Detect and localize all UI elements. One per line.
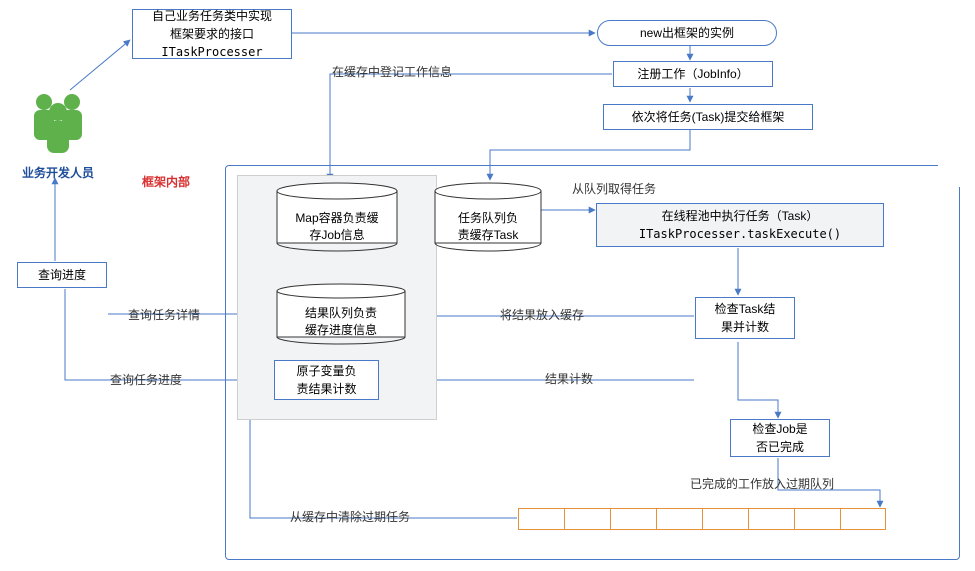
checkj-l2: 否已完成 (756, 438, 804, 456)
register-job-label: 注册工作（JobInfo） (637, 65, 748, 83)
actor-label: 业务开发人员 (22, 164, 94, 181)
node-submit-task: 依次将任务(Task)提交给框架 (603, 104, 813, 130)
impl-line3: ITaskProcesser (161, 43, 262, 61)
resq-l1: 结果队列负责 (305, 305, 377, 322)
taskq-l1: 任务队列负 (458, 210, 518, 227)
node-map-job: Map容器负责缓 存Job信息 (276, 198, 398, 250)
impl-line2: 框架要求的接口 (170, 25, 254, 43)
expiry-cell (610, 508, 656, 530)
node-result-queue: 结果队列负责 缓存进度信息 (276, 296, 406, 342)
exec-l2: ITaskProcesser.taskExecute() (639, 225, 841, 243)
label-get-from-queue: 从队列取得任务 (572, 180, 656, 197)
users-icon (22, 88, 94, 160)
expiry-cell (748, 508, 794, 530)
label-count-result: 结果计数 (545, 370, 593, 387)
node-task-queue: 任务队列负 责缓存Task (434, 198, 542, 250)
label-register-cache: 在缓存中登记工作信息 (332, 63, 452, 80)
node-register-job: 注册工作（JobInfo） (613, 61, 773, 87)
atomic-l2: 责结果计数 (296, 380, 356, 398)
label-query-detail: 查询任务详情 (128, 306, 200, 323)
mapjob-l1: Map容器负责缓 (295, 210, 378, 227)
atomic-l1: 原子变量负 (296, 362, 356, 380)
node-impl-interface: 自己业务任务类中实现 框架要求的接口 ITaskProcesser (132, 9, 292, 59)
expiry-cell (564, 508, 610, 530)
node-exec-task: 在线程池中执行任务（Task） ITaskProcesser.taskExecu… (596, 203, 884, 247)
expiry-queue (518, 508, 886, 530)
submit-task-label: 依次将任务(Task)提交给框架 (632, 108, 785, 126)
framework-label: 框架内部 (142, 173, 190, 190)
expiry-cell (794, 508, 840, 530)
checkt-l1: 检查Task结 (715, 300, 776, 318)
label-clear-expired: 从缓存中清除过期任务 (290, 508, 410, 525)
node-check-task: 检查Task结 果并计数 (695, 297, 795, 339)
expiry-cell (840, 508, 886, 530)
expiry-cell (518, 508, 564, 530)
checkt-l2: 果并计数 (721, 318, 769, 336)
new-instance-label: new出框架的实例 (640, 24, 734, 42)
boundary-corner (938, 163, 962, 187)
taskq-l2: 责缓存Task (458, 227, 519, 244)
actor-developer: 业务开发人员 (18, 88, 98, 181)
node-new-instance: new出框架的实例 (597, 20, 777, 46)
node-query-progress: 查询进度 (17, 262, 107, 288)
label-done-to-expiry: 已完成的工作放入过期队列 (690, 475, 834, 492)
resq-l2: 缓存进度信息 (305, 322, 377, 339)
mapjob-l2: 存Job信息 (309, 227, 364, 244)
label-query-prog: 查询任务进度 (110, 371, 182, 388)
label-put-result: 将结果放入缓存 (500, 306, 584, 323)
expiry-cell (656, 508, 702, 530)
impl-line1: 自己业务任务类中实现 (152, 7, 272, 25)
exec-l1: 在线程池中执行任务（Task） (662, 207, 819, 225)
query-progress-label: 查询进度 (38, 266, 86, 284)
node-atomic-count: 原子变量负 责结果计数 (274, 360, 379, 400)
checkj-l1: 检查Job是 (752, 420, 807, 438)
expiry-cell (702, 508, 748, 530)
node-check-job: 检查Job是 否已完成 (730, 419, 830, 457)
